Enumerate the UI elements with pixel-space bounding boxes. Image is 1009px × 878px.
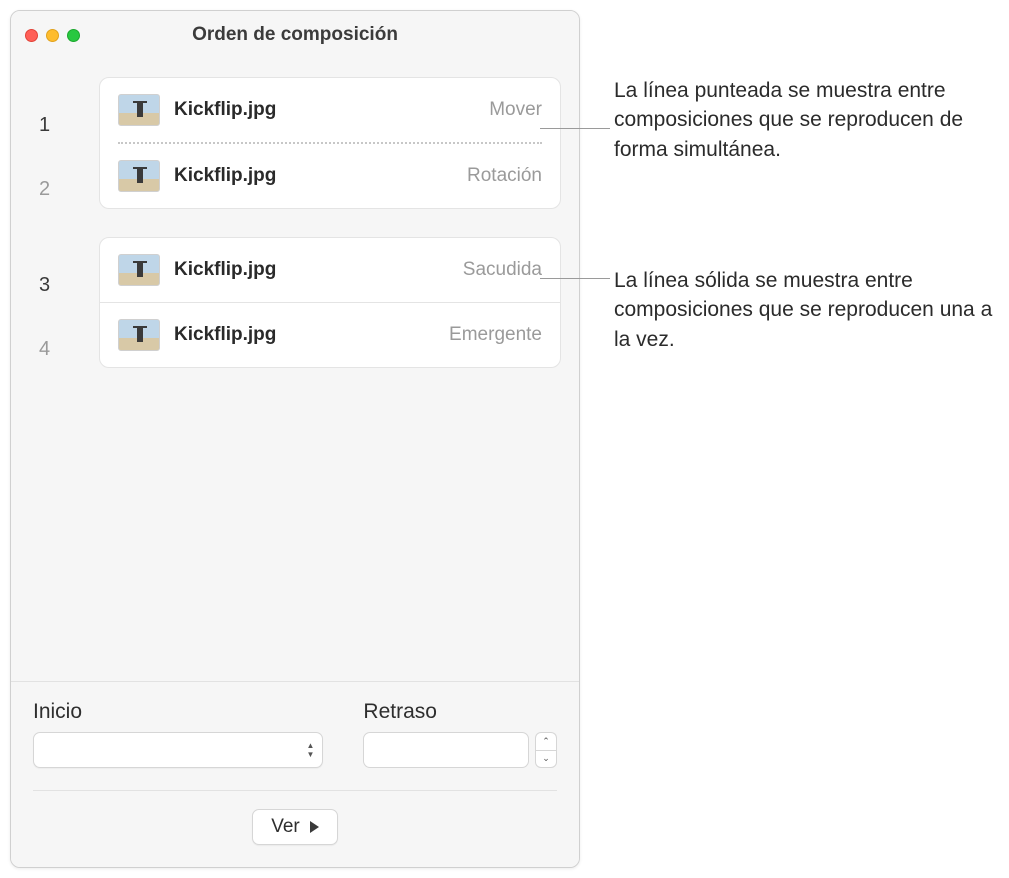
delay-label: Retraso xyxy=(363,700,557,724)
filename: Kickflip.jpg xyxy=(174,259,449,281)
effect-name: Mover xyxy=(489,99,542,121)
build-row[interactable]: Kickflip.jpg Emergente xyxy=(100,303,560,367)
row-number: 4 xyxy=(29,317,99,381)
window-title: Orden de composición xyxy=(11,24,579,46)
divider xyxy=(33,790,557,791)
minimize-icon[interactable] xyxy=(46,29,59,42)
thumbnail-icon xyxy=(118,319,160,351)
preview-button[interactable]: Ver xyxy=(252,809,338,845)
start-label: Inicio xyxy=(33,700,323,724)
delay-field[interactable] xyxy=(363,732,529,768)
close-icon[interactable] xyxy=(25,29,38,42)
preview-label: Ver xyxy=(271,816,300,838)
stepper-down-icon[interactable]: ⌄ xyxy=(535,750,557,769)
build-group: Kickflip.jpg Sacudida Kickflip.jpg Emerg… xyxy=(99,237,561,368)
effect-name: Rotación xyxy=(467,165,542,187)
row-number: 3 xyxy=(29,253,99,317)
callout-dotted: La línea punteada se muestra entre compo… xyxy=(614,76,1004,164)
titlebar: Orden de composición xyxy=(11,11,579,59)
maximize-icon[interactable] xyxy=(67,29,80,42)
row-number: 2 xyxy=(29,157,99,221)
build-row[interactable]: Kickflip.jpg Sacudida xyxy=(100,238,560,302)
build-row[interactable]: Kickflip.jpg Rotación xyxy=(100,144,560,208)
filename: Kickflip.jpg xyxy=(174,324,435,346)
stepper-up-icon[interactable]: ⌃ xyxy=(535,732,557,750)
build-group: Kickflip.jpg Mover Kickflip.jpg Rotación xyxy=(99,77,561,209)
select-arrows-icon: ▲▼ xyxy=(306,742,314,759)
build-row[interactable]: Kickflip.jpg Mover xyxy=(100,78,560,142)
filename: Kickflip.jpg xyxy=(174,99,475,121)
thumbnail-icon xyxy=(118,160,160,192)
build-list: 1 2 Kickflip.jpg Mover Kickflip.jpg Rota… xyxy=(11,59,579,681)
callout-solid: La línea sólida se muestra entre composi… xyxy=(614,266,1004,354)
start-select[interactable]: ▲▼ xyxy=(33,732,323,768)
effect-name: Sacudida xyxy=(463,259,542,281)
effect-name: Emergente xyxy=(449,324,542,346)
callout-leader xyxy=(540,128,610,129)
thumbnail-icon xyxy=(118,254,160,286)
row-number: 1 xyxy=(29,93,99,157)
play-icon xyxy=(310,821,319,833)
filename: Kickflip.jpg xyxy=(174,165,453,187)
thumbnail-icon xyxy=(118,94,160,126)
delay-stepper[interactable]: ⌃ ⌄ xyxy=(535,732,557,768)
traffic-lights xyxy=(25,29,80,42)
controls-panel: Inicio ▲▼ Retraso ⌃ ⌄ xyxy=(11,681,579,867)
build-order-window: Orden de composición 1 2 Kickflip.jpg Mo… xyxy=(10,10,580,868)
callout-leader xyxy=(540,278,610,279)
